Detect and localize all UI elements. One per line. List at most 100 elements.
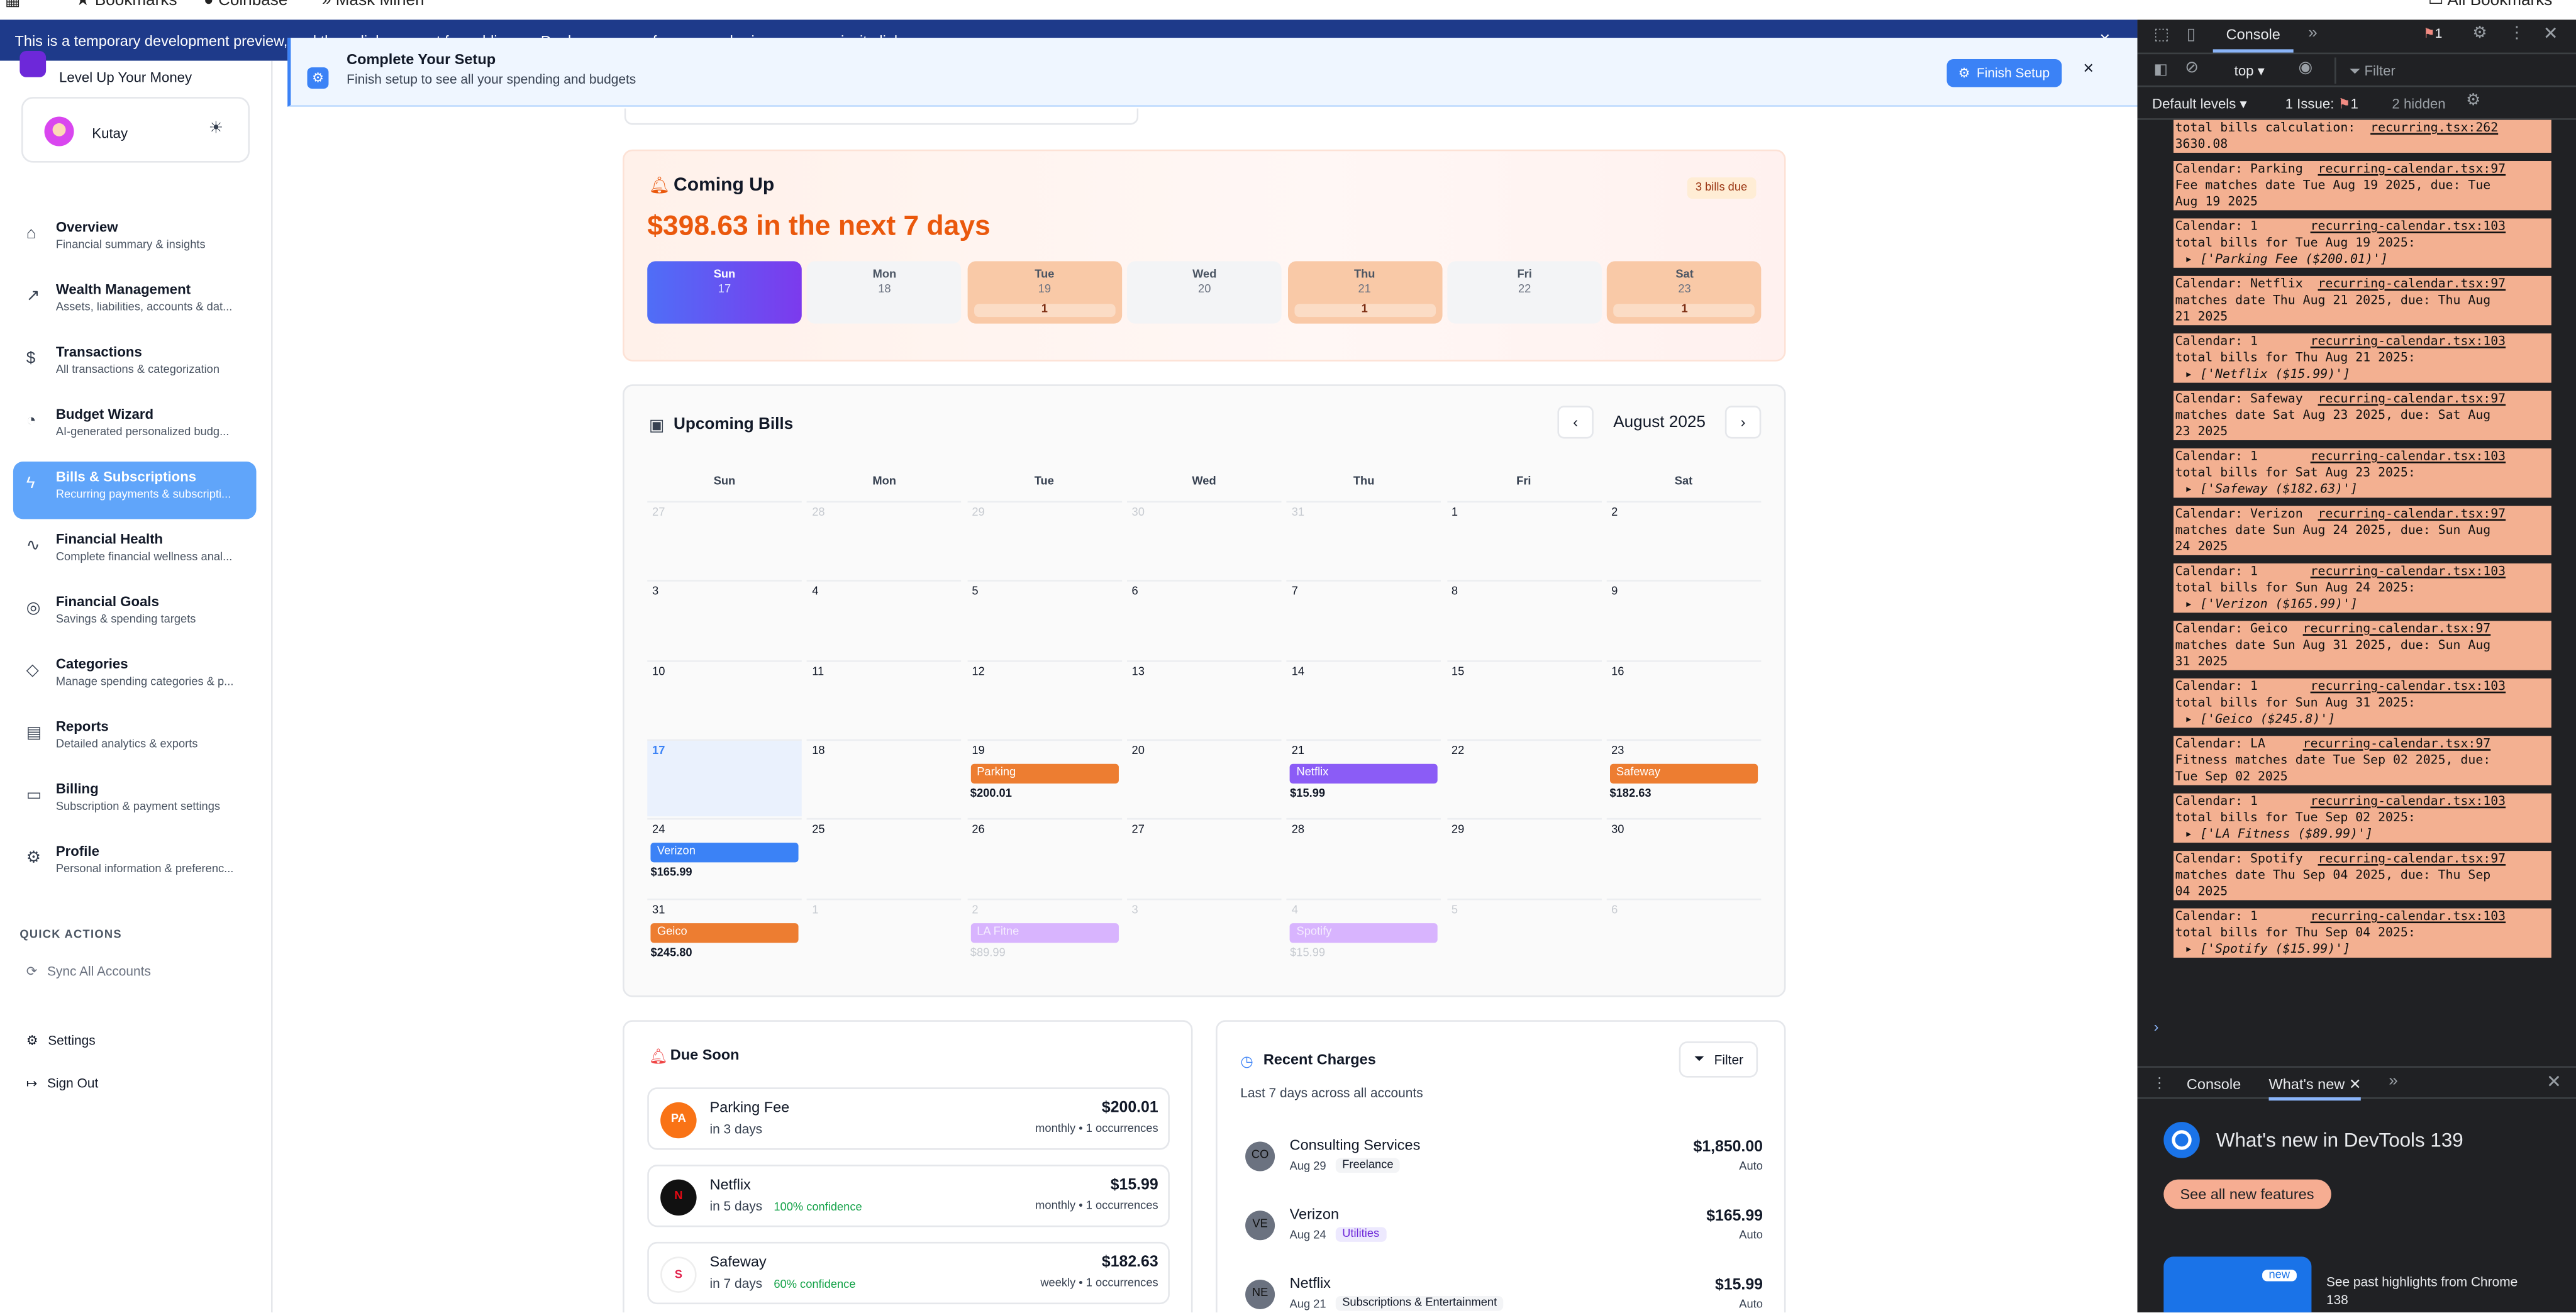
calendar-day[interactable]: 3: [1126, 897, 1282, 975]
calendar-day[interactable]: 6: [1126, 580, 1282, 658]
sign-out-button[interactable]: ↦ Sign Out: [26, 1076, 99, 1091]
source-link[interactable]: recurring-calendar.tsx:103: [2311, 909, 2506, 924]
calendar-day[interactable]: 4: [807, 580, 962, 658]
filter-button[interactable]: ⏷ Filter: [1679, 1041, 1758, 1078]
kebab-menu-icon[interactable]: ⋮: [2152, 1074, 2167, 1092]
source-link[interactable]: recurring-calendar.tsx:97: [2303, 621, 2491, 636]
highlight-thumbnail[interactable]: new: [2163, 1256, 2312, 1313]
day-thu[interactable]: Thu 21 1: [1287, 261, 1442, 324]
calendar-day[interactable]: 14: [1286, 660, 1441, 737]
issues-flag-icon[interactable]: ⚑1: [2423, 26, 2442, 42]
console-log-entry[interactable]: Calendar: Netflix recurring-calendar.tsx…: [2174, 275, 2551, 326]
calendar-day[interactable]: 5: [967, 580, 1122, 658]
calendar-day[interactable]: 29: [967, 501, 1122, 579]
source-link[interactable]: recurring-calendar.tsx:97: [2303, 736, 2491, 751]
sidebar-item-overview[interactable]: ⌂ Overview Financial summary & insights: [13, 212, 257, 269]
sidebar-item-categories[interactable]: ◇ Categories Manage spending categories & …: [13, 649, 257, 706]
bill-chip[interactable]: Verizon: [650, 843, 799, 863]
tab-console[interactable]: Console: [2212, 26, 2294, 53]
log-array[interactable]: ▸ ['Safeway ($182.63)']: [2175, 481, 2551, 497]
drawer-tab-console[interactable]: Console: [2187, 1076, 2241, 1092]
calendar-day[interactable]: 13: [1126, 660, 1282, 737]
calendar-day[interactable]: 6: [1606, 897, 1761, 975]
bill-chip[interactable]: Geico: [650, 922, 799, 943]
more-tabs-icon[interactable]: »: [2389, 1073, 2398, 1091]
bill-chip[interactable]: Spotify: [1290, 922, 1438, 943]
due-item[interactable]: N Netflix in 5 days 100% confidence $15.99 mo…: [647, 1165, 1170, 1227]
bookmark-item[interactable]: ★ Bookmarks: [75, 0, 177, 10]
finish-setup-button[interactable]: ⚙ Finish Setup: [1946, 59, 2062, 87]
console-filter-input[interactable]: ⏷ Filter: [2334, 57, 2565, 84]
bill-chip[interactable]: Parking: [970, 763, 1118, 784]
calendar-day[interactable]: 1: [807, 897, 962, 975]
calendar-day[interactable]: 4 Spotify $15.99: [1286, 897, 1441, 975]
calendar-day[interactable]: 3: [647, 580, 802, 658]
due-item[interactable]: PA Parking Fee in 3 days $200.01 monthly • 1…: [647, 1087, 1170, 1150]
sidebar-item-financial-goals[interactable]: ◎ Financial Goals Savings & spending targe…: [13, 587, 257, 644]
sidebar-item-budget-wizard[interactable]: ◔ Budget Wizard AI-generated personalized …: [13, 399, 257, 457]
calendar-day[interactable]: 31: [1286, 501, 1441, 579]
day-tue[interactable]: Tue 19 1: [967, 261, 1122, 324]
sidebar-item-transactions[interactable]: $ Transactions All transactions & categori…: [13, 337, 257, 394]
calendar-day[interactable]: 18: [807, 739, 962, 816]
bookmark-item[interactable]: ▭ All Bookmarks: [2428, 0, 2552, 10]
source-link[interactable]: recurring-calendar.tsx:103: [2311, 333, 2506, 348]
bill-chip[interactable]: Netflix: [1290, 763, 1438, 784]
log-array[interactable]: ▸ ['Spotify ($15.99)']: [2175, 941, 2551, 958]
levels-select[interactable]: Default levels ▾: [2152, 96, 2247, 114]
sidebar-item-reports[interactable]: ▤ Reports Detailed analytics & exports: [13, 711, 257, 768]
bookmark-item[interactable]: » Mask Minerr: [322, 0, 426, 10]
calendar-day[interactable]: 28: [807, 501, 962, 579]
day-sun[interactable]: Sun 17: [647, 261, 802, 324]
console-log-entry[interactable]: Calendar: Geico recurring-calendar.tsx:9…: [2174, 621, 2551, 670]
console-log-entry[interactable]: Calendar: 1 recurring-calendar.tsx:103 to…: [2174, 448, 2551, 498]
calendar-day[interactable]: 19 Parking $200.01: [967, 739, 1122, 816]
calendar-day[interactable]: 30: [1606, 818, 1761, 895]
calendar-day[interactable]: 2 LA Fitne $89.99: [967, 897, 1122, 975]
calendar-day[interactable]: 10: [647, 660, 802, 737]
day-wed[interactable]: Wed 20: [1127, 261, 1282, 324]
past-highlights-link[interactable]: See past highlights from Chrome 138: [2326, 1273, 2523, 1309]
source-link[interactable]: recurring-calendar.tsx:103: [2311, 563, 2506, 579]
inspect-icon[interactable]: ⬚: [2154, 26, 2170, 45]
charge-item[interactable]: NE Netflix Aug 21 Subscriptions & Entertain…: [1240, 1268, 1763, 1313]
source-link[interactable]: recurring.tsx:262: [2370, 120, 2498, 135]
sidebar-item-billing[interactable]: ▭ Billing Subscription & payment settings: [13, 773, 257, 831]
clear-console-icon[interactable]: ⊘: [2185, 59, 2199, 77]
calendar-day[interactable]: 29: [1446, 818, 1601, 895]
source-link[interactable]: recurring-calendar.tsx:103: [2311, 794, 2506, 809]
settings-icon[interactable]: ⚙: [2466, 92, 2480, 110]
calendar-day[interactable]: 22: [1446, 739, 1601, 816]
calendar-day[interactable]: 8: [1446, 580, 1601, 658]
log-array[interactable]: ▸ ['LA Fitness ($89.99)']: [2175, 826, 2551, 843]
calendar-day[interactable]: 20: [1126, 739, 1282, 816]
console-log-entry[interactable]: total bills calculation: recurring.tsx:2…: [2174, 119, 2551, 153]
sync-accounts-button[interactable]: ⟳ Sync All Accounts: [26, 964, 151, 979]
day-fri[interactable]: Fri 22: [1447, 261, 1602, 324]
device-toggle-icon[interactable]: ▯: [2187, 26, 2196, 45]
context-select[interactable]: top ▾: [2235, 62, 2265, 80]
calendar-day[interactable]: 21 Netflix $15.99: [1286, 739, 1441, 816]
console-log-entry[interactable]: Calendar: Spotify recurring-calendar.tsx…: [2174, 851, 2551, 900]
calendar-day[interactable]: 30: [1126, 501, 1282, 579]
day-sat[interactable]: Sat 23 1: [1607, 261, 1762, 324]
source-link[interactable]: recurring-calendar.tsx:97: [2318, 391, 2506, 406]
close-icon[interactable]: ×: [2083, 59, 2094, 79]
next-month-button[interactable]: ›: [1724, 406, 1762, 439]
log-array[interactable]: ▸ ['Parking Fee ($200.01)']: [2175, 252, 2551, 268]
calendar-day[interactable]: 25: [807, 818, 962, 895]
source-link[interactable]: recurring-calendar.tsx:97: [2318, 161, 2506, 176]
console-log-entry[interactable]: Calendar: 1 recurring-calendar.tsx:103 to…: [2174, 563, 2551, 613]
calendar-day[interactable]: 27: [1126, 818, 1282, 895]
source-link[interactable]: recurring-calendar.tsx:97: [2318, 851, 2506, 866]
console-log-entry[interactable]: Calendar: 1 recurring-calendar.tsx:103 to…: [2174, 793, 2551, 843]
bill-chip[interactable]: LA Fitne: [970, 922, 1118, 943]
source-link[interactable]: recurring-calendar.tsx:103: [2311, 679, 2506, 694]
due-item[interactable]: S Safeway in 7 days 60% confidence $182.63 we…: [647, 1241, 1170, 1305]
sidebar-toggle-icon[interactable]: ◧: [2154, 61, 2168, 79]
close-icon[interactable]: ✕: [2546, 1071, 2562, 1092]
source-link[interactable]: recurring-calendar.tsx:97: [2318, 506, 2506, 521]
sidebar-item-wealth-management[interactable]: ↗ Wealth Management Assets, liabilities, a…: [13, 274, 257, 331]
close-icon[interactable]: ✕: [2543, 23, 2558, 44]
calendar-day[interactable]: 23 Safeway $182.63: [1606, 739, 1761, 816]
